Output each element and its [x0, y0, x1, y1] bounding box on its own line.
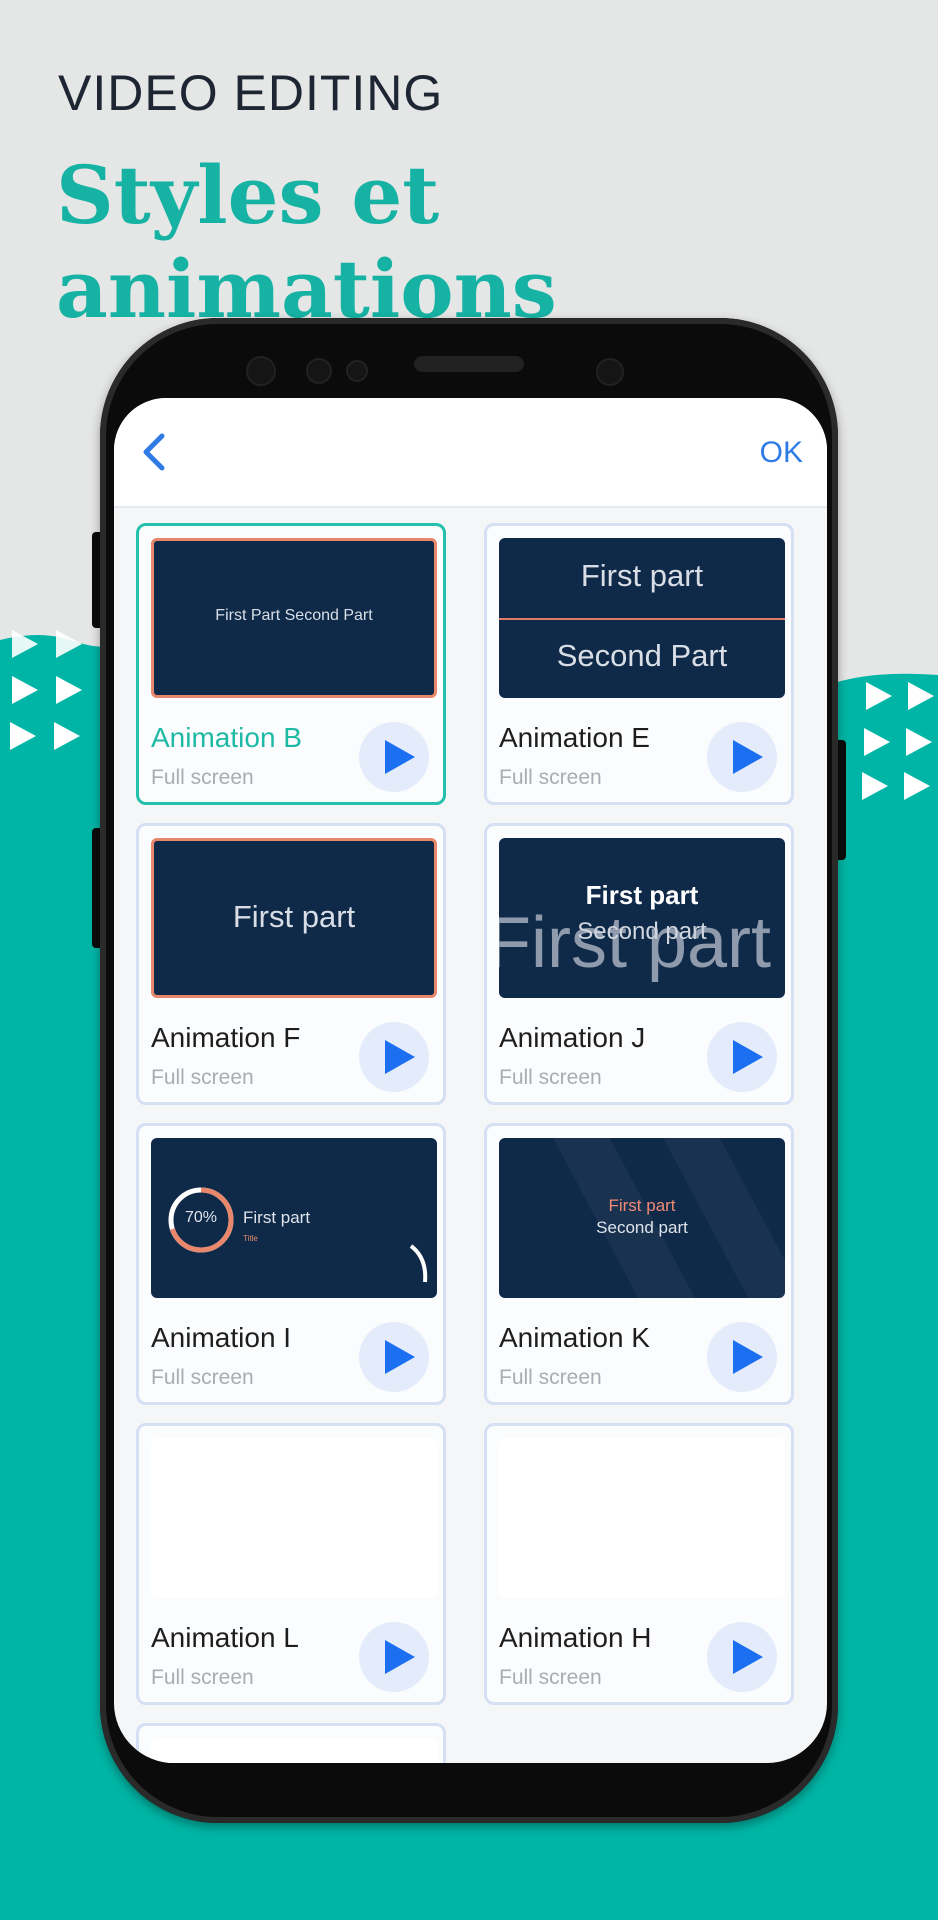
animation-thumbnail: First part First part Second part	[499, 838, 785, 998]
app-screen: OK First Part Second Part Animation B Fu…	[114, 398, 827, 1763]
play-icon[interactable]	[707, 1622, 777, 1692]
animation-subtitle: Full screen	[151, 1666, 254, 1689]
animation-subtitle: Full screen	[151, 1366, 254, 1389]
animation-subtitle: Full screen	[499, 1366, 602, 1389]
navigation-bar: OK	[114, 398, 827, 508]
play-icon[interactable]	[707, 1322, 777, 1392]
animation-card[interactable]: First part First part Second part Animat…	[484, 823, 794, 1105]
animation-subtitle: Full screen	[499, 1666, 602, 1689]
kicker-text: VIDEO EDITING	[58, 65, 444, 121]
sensor-icon	[596, 358, 624, 386]
animation-title: Animation H	[499, 1622, 652, 1653]
thumbnail-text-top: First part	[580, 558, 704, 593]
animation-card[interactable]: First Part Second Part Animation B Full …	[136, 523, 446, 805]
play-icon[interactable]	[359, 1622, 429, 1692]
animation-thumbnail: First part Second part	[499, 1138, 785, 1298]
thumbnail-text: First Part Second Part	[215, 607, 373, 624]
animation-thumbnail	[499, 1438, 785, 1598]
animation-thumbnail: First part Second Part	[499, 538, 785, 698]
play-icon[interactable]	[359, 722, 429, 792]
animation-thumbnail	[151, 1438, 437, 1598]
animation-title: Animation B	[151, 722, 302, 753]
animation-title: Animation K	[499, 1322, 650, 1353]
ok-button[interactable]: OK	[760, 436, 803, 470]
thumbnail-percent: 70%	[184, 1209, 218, 1226]
animation-card[interactable]: Animation H Full screen	[484, 1423, 794, 1705]
phone-speaker	[414, 356, 524, 372]
animation-title: Animation F	[151, 1022, 301, 1053]
thumbnail-divider	[499, 618, 785, 620]
sensor-icon	[306, 358, 332, 384]
thumbnail-text-top: First part	[608, 1196, 676, 1215]
animation-subtitle: Full screen	[499, 766, 602, 789]
sensor-icon	[346, 360, 368, 382]
animation-card[interactable]: Animation L Full screen	[136, 1423, 446, 1705]
animation-thumbnail: First part	[151, 838, 437, 998]
animation-card[interactable]: 70% First part Title Animation I Full sc…	[136, 1123, 446, 1405]
headline: Styles et animations	[56, 148, 557, 336]
arc-decoration-icon	[409, 1244, 428, 1283]
animation-subtitle: Full screen	[151, 1066, 254, 1089]
thumbnail-text-sub: Second part	[577, 918, 707, 945]
thumbnail-text-bottom: Second Part	[556, 638, 728, 673]
animation-title: Animation E	[499, 722, 650, 753]
play-icon[interactable]	[707, 722, 777, 792]
play-icon[interactable]	[359, 1322, 429, 1392]
thumbnail-text: First part	[232, 899, 356, 934]
play-icon[interactable]	[707, 1022, 777, 1092]
animation-title: Animation L	[151, 1622, 299, 1653]
thumbnail-small-label: Title	[243, 1234, 258, 1243]
animation-thumbnail: First Part Second Part	[151, 538, 437, 698]
animation-title: Animation J	[499, 1022, 646, 1053]
animation-subtitle: Full screen	[151, 766, 254, 789]
thumbnail-text-bottom: Second part	[596, 1218, 688, 1237]
thumbnail-label: First part	[243, 1208, 311, 1227]
animation-thumbnail	[151, 1738, 437, 1763]
play-icon[interactable]	[359, 1022, 429, 1092]
thumbnail-text-bold: First part	[585, 880, 699, 910]
animation-thumbnail: 70% First part Title	[151, 1138, 437, 1298]
chevron-left-icon[interactable]	[136, 432, 176, 472]
front-camera-icon	[246, 356, 276, 386]
animation-card[interactable]: First part Second Part Animation E Full …	[484, 523, 794, 805]
animation-subtitle: Full screen	[499, 1066, 602, 1089]
animation-card[interactable]: First part Second part Animation K Full …	[484, 1123, 794, 1405]
animation-card[interactable]: First part Animation F Full screen	[136, 823, 446, 1105]
animation-title: Animation I	[151, 1322, 292, 1353]
animation-card-partial[interactable]	[136, 1723, 446, 1763]
